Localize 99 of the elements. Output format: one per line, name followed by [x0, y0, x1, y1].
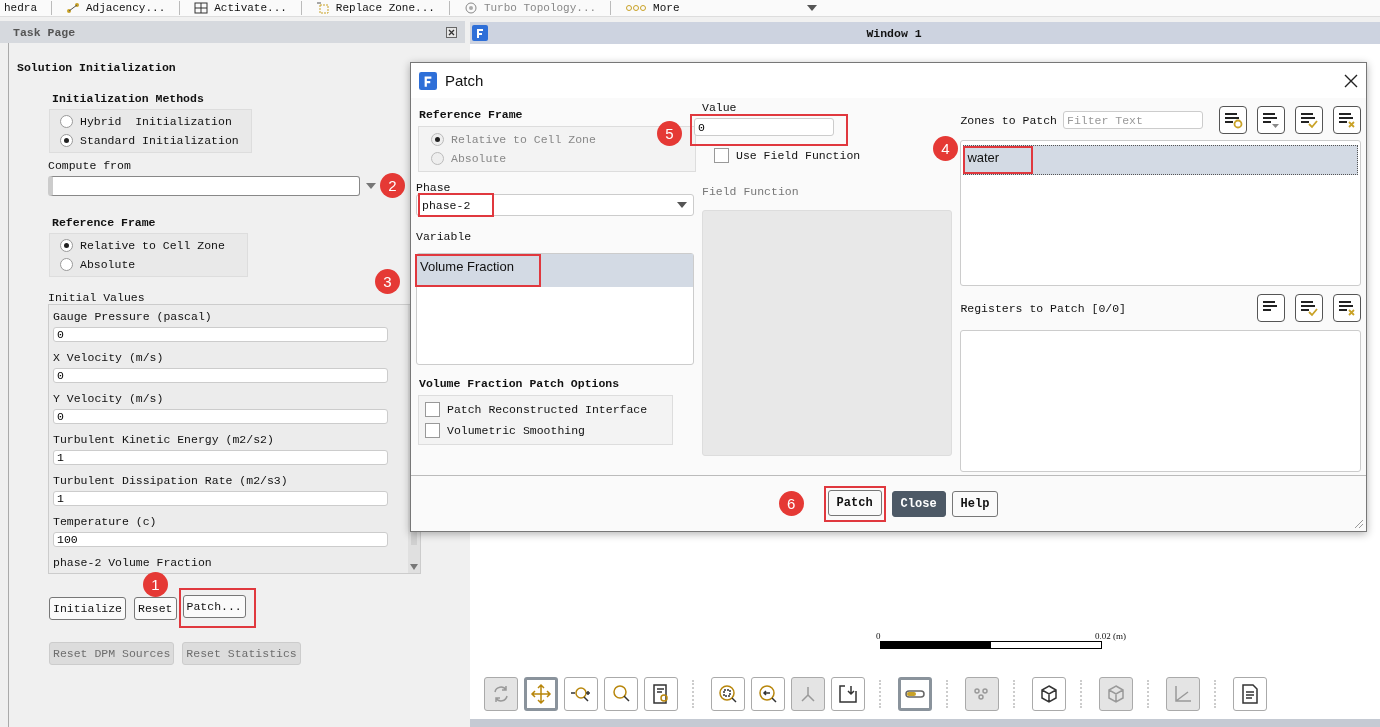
dashed-square-icon [315, 2, 330, 14]
cube-icon [1038, 683, 1060, 705]
panel-title: Task Page [13, 25, 76, 39]
list-select-icon[interactable] [1219, 106, 1247, 134]
dialog-button[interactable]: Help [951, 490, 999, 517]
notes-icon [1239, 683, 1261, 705]
app-logo-icon [472, 25, 488, 41]
group-title: Reference Frame [52, 216, 157, 229]
group-title: Initialization Methods [52, 92, 205, 105]
filter-field[interactable]: Filter Text [1063, 111, 1203, 129]
dialog-button[interactable]: Close [891, 490, 946, 517]
radio-option[interactable]: Hybrid Initialization [60, 115, 232, 128]
toolbar-button[interactable] [831, 677, 865, 711]
caret-icon [805, 4, 818, 12]
step-marker: 4 [933, 136, 958, 161]
dropdown-field[interactable]: phase-2 [416, 194, 694, 216]
toolbar-button[interactable]: Activate... [190, 0, 291, 16]
close-icon[interactable] [446, 26, 457, 38]
action-button[interactable]: Patch... [182, 595, 246, 618]
input-field[interactable]: 100 [53, 532, 388, 547]
input-field[interactable]: 0 [53, 368, 388, 383]
group-title: Volume Fraction Patch Options [419, 377, 621, 390]
export-icon [837, 683, 859, 705]
field-label: Compute from [48, 159, 132, 172]
radio-option[interactable]: Relative to Cell Zone [60, 239, 225, 252]
dropdown-field[interactable] [48, 175, 360, 196]
field-label: Turbulent Kinetic Energy (m2/s2) [53, 432, 274, 448]
caret-icon[interactable] [677, 202, 687, 208]
toolbar-button[interactable]: Adjacency... [62, 0, 170, 16]
toolbar-button[interactable] [1233, 677, 1267, 711]
radio-option[interactable]: Standard Initialization [60, 134, 239, 147]
field-label: Temperature (c) [53, 514, 157, 530]
list-check-icon[interactable] [1295, 294, 1323, 322]
field-label: Turbulent Dissipation Rate (m2/s3) [53, 473, 288, 489]
toolbar-button[interactable] [564, 677, 598, 711]
list-clear-icon[interactable] [1333, 294, 1361, 322]
step-marker: 1 [143, 572, 168, 597]
action-button[interactable]: Reset [134, 596, 177, 620]
cube-icon [1105, 683, 1127, 705]
toolbar-button[interactable]: Turbo Topology... [459, 0, 601, 16]
pan-icon [530, 683, 552, 705]
list-clear-icon[interactable] [1333, 106, 1361, 134]
caret-icon[interactable] [410, 564, 418, 570]
checkbox-option[interactable]: Volumetric Smoothing [425, 423, 586, 438]
field-label: Y Velocity (m/s) [53, 391, 164, 407]
window-title: Window 1 [865, 26, 923, 40]
input-field[interactable]: 0 [694, 118, 834, 136]
list-item[interactable]: water [963, 145, 1358, 175]
graph-icon [66, 2, 80, 14]
step-marker: 3 [375, 269, 400, 294]
input-field[interactable]: 0 [53, 409, 388, 424]
list-item[interactable]: Volume Fraction [417, 254, 693, 287]
highlight-frame: Volume Fraction [415, 254, 541, 287]
zoom-back-icon [757, 683, 779, 705]
dialog-button[interactable]: Patch [827, 489, 882, 516]
scale-label: 0 [876, 631, 881, 641]
step-marker: 2 [380, 173, 405, 198]
step-marker: 6 [778, 491, 804, 516]
input-field[interactable]: 1 [53, 491, 388, 506]
group-title: Reference Frame [419, 108, 524, 121]
group-title: Initial Values [48, 291, 146, 304]
box-zoom-icon [717, 683, 739, 705]
checkbox-option[interactable]: Patch Reconstructed Interface [425, 402, 648, 417]
dialog-title: Patch [445, 72, 485, 89]
input-field[interactable]: 0 [53, 327, 388, 342]
toolbar-button[interactable] [1032, 677, 1066, 711]
action-button[interactable]: Initialize [49, 596, 126, 620]
field-label: Gauge Pressure (pascal) [53, 309, 212, 325]
axis-arrow-icon [1172, 683, 1194, 705]
toolbar-button[interactable]: hedra [0, 0, 41, 16]
field-label: Value [702, 102, 738, 114]
scale-label: 0.02 (m) [1095, 631, 1126, 641]
field-label: X Velocity (m/s) [53, 350, 164, 366]
field-label: Phase [416, 181, 452, 194]
checkbox-option[interactable]: Use Field Function [714, 148, 861, 163]
ring-icon [463, 2, 478, 14]
toolbar-button[interactable] [644, 677, 678, 711]
toolbar-button[interactable]: More [621, 0, 822, 16]
radio-option[interactable]: Absolute [60, 258, 136, 271]
input-field[interactable]: 1 [53, 450, 388, 465]
field-label: Variable [416, 230, 473, 243]
toolbar-button[interactable]: Replace Zone... [311, 0, 439, 16]
dots-icon [625, 2, 648, 14]
resize-grip-icon[interactable] [1352, 517, 1364, 529]
list-check-icon[interactable] [1295, 106, 1323, 134]
list-icon[interactable] [1257, 294, 1285, 322]
highlight-frame: water [963, 146, 1034, 174]
highlight-frame: phase-2 [418, 193, 495, 217]
list-dropdown-icon[interactable] [1257, 106, 1285, 134]
grid-icon [194, 2, 209, 14]
caret-icon[interactable] [366, 182, 376, 189]
app-logo-icon [419, 71, 437, 90]
section-heading: Solution Initialization [17, 61, 177, 74]
field-label: phase-2 Volume Fraction [53, 555, 212, 571]
close-icon[interactable] [1344, 73, 1358, 88]
field-label: Registers to Patch [0/0] [960, 301, 1126, 315]
field-label: Zones to Patch [960, 113, 1057, 127]
toolbar-button[interactable] [711, 677, 745, 711]
field-label: Field Function [702, 185, 800, 198]
